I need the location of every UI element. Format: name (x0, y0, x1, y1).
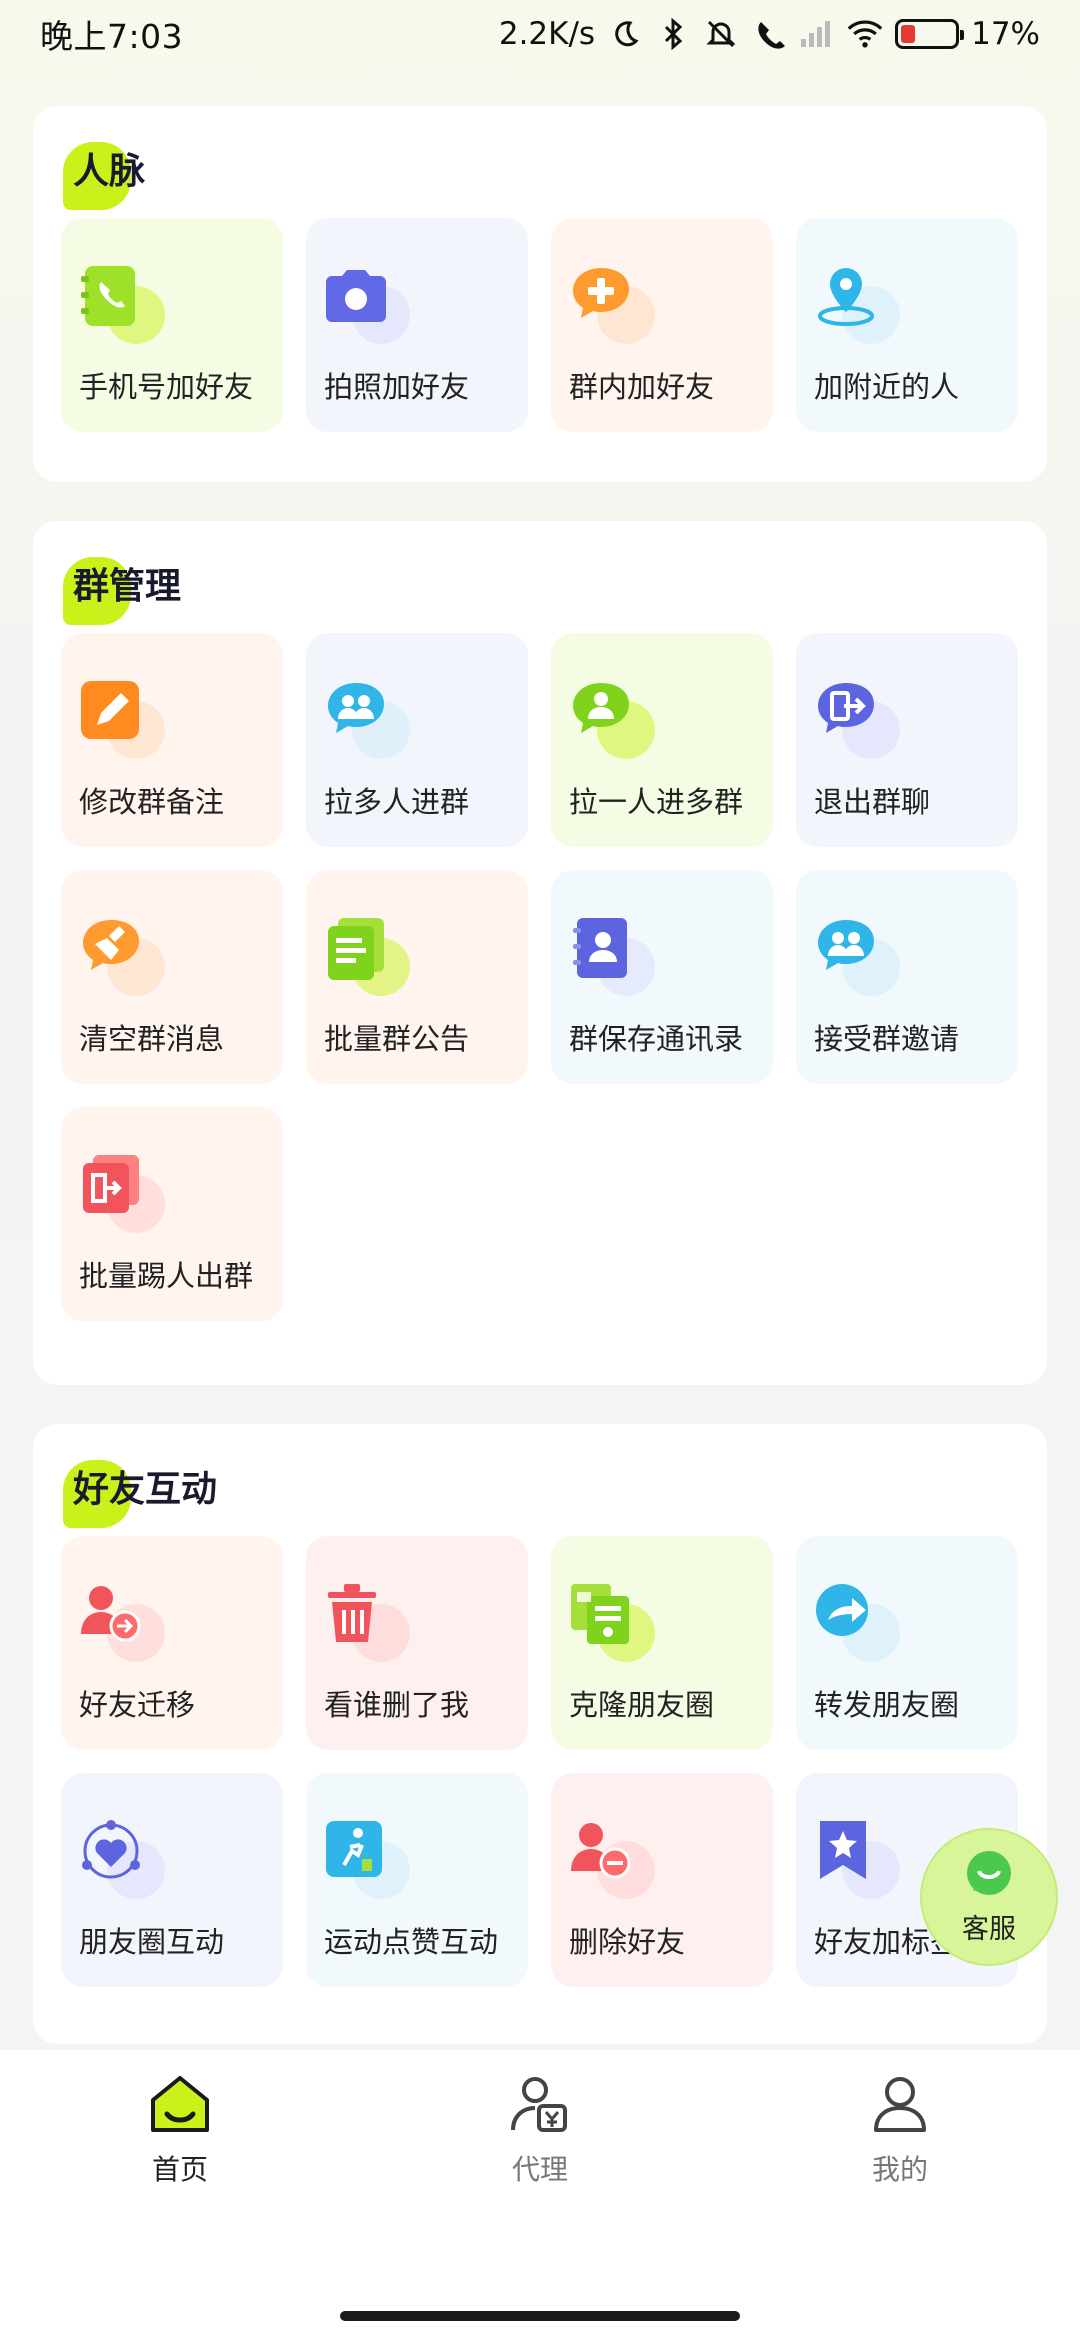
tile-add-in-group[interactable]: 群内加好友 (551, 218, 773, 432)
tile-label: 好友迁移 (79, 1688, 196, 1722)
star-tag-icon (814, 1819, 900, 1899)
tile-label: 群保存通讯录 (569, 1022, 744, 1056)
tile-add-by-phone[interactable]: 手机号加好友 (61, 218, 283, 432)
user-remove-icon (569, 1819, 655, 1899)
customer-service-label: 客服 (962, 1913, 1016, 1945)
tile-forward-moments[interactable]: 转发朋友圈 (796, 1536, 1018, 1750)
tile-label: 克隆朋友圈 (569, 1688, 715, 1722)
customer-service-icon (963, 1849, 1015, 1905)
tile-clone-moments[interactable]: 克隆朋友圈 (551, 1536, 773, 1750)
tile-label: 拉多人进群 (324, 785, 470, 819)
section-title: 群管理 (63, 557, 181, 625)
group-chat-icon (324, 679, 410, 759)
network-speed: 2.2K/s (498, 16, 596, 52)
section-title: 好友互动 (63, 1460, 217, 1528)
customer-service-button[interactable]: 客服 (920, 1828, 1058, 1966)
kick-out-icon (79, 1153, 165, 1233)
camera-icon (324, 264, 410, 344)
forward-icon (814, 1582, 900, 1662)
signal-icon (799, 16, 835, 52)
nav-profile[interactable]: 我的 (820, 2074, 980, 2188)
tile-label: 手机号加好友 (79, 370, 254, 404)
nav-label: 代理 (511, 2153, 568, 2186)
status-icons: 2.2K/s 17% (499, 16, 1040, 52)
user-transfer-icon (79, 1582, 165, 1662)
tile-label: 修改群备注 (79, 785, 225, 819)
tile-label: 批量踢人出群 (79, 1259, 254, 1293)
tile-friend-transfer[interactable]: 好友迁移 (61, 1536, 283, 1750)
section-group-management: 群管理 修改群备注 拉多人进群 拉一人进多群 退出群聊 清空群消息 批量群公告 … (33, 521, 1047, 1385)
tile-label: 拍照加好友 (324, 370, 470, 404)
battery-icon (895, 19, 965, 49)
tile-label: 拉一人进多群 (569, 785, 744, 819)
tile-label: 朋友圈互动 (79, 1925, 225, 1959)
tile-pull-many-into-group[interactable]: 拉多人进群 (306, 633, 528, 847)
tile-add-nearby[interactable]: 加附近的人 (796, 218, 1018, 432)
status-time: 晚上7:03 (40, 17, 184, 56)
nav-home[interactable]: 首页 (100, 2074, 260, 2188)
contacts-book-icon (569, 916, 655, 996)
clear-broom-icon (79, 916, 165, 996)
home-icon (147, 2074, 213, 2138)
agent-icon (509, 2074, 571, 2138)
tile-delete-friend[interactable]: 删除好友 (551, 1773, 773, 1987)
location-pin-icon (814, 264, 900, 344)
tile-label: 加附近的人 (814, 370, 960, 404)
chat-plus-icon (569, 264, 655, 344)
battery-level: 17% (971, 16, 1040, 52)
bottom-nav: 首页 代理 我的 (0, 2050, 1080, 2340)
tile-accept-group-invite[interactable]: 接受群邀请 (796, 870, 1018, 1084)
tile-save-group-contacts[interactable]: 群保存通讯录 (551, 870, 773, 1084)
profile-icon (872, 2074, 928, 2138)
phone-book-icon (79, 264, 165, 344)
tile-batch-group-announcement[interactable]: 批量群公告 (306, 870, 528, 1084)
tile-label: 清空群消息 (79, 1022, 225, 1056)
tile-clear-group-messages[interactable]: 清空群消息 (61, 870, 283, 1084)
tile-label: 看谁删了我 (324, 1688, 470, 1722)
mute-bell-icon (703, 16, 739, 52)
exit-chat-icon (814, 679, 900, 759)
section-title: 人脉 (63, 142, 145, 210)
status-bar: 晚上7:03 2.2K/s 17% (0, 0, 1080, 68)
nav-agent[interactable]: 代理 (460, 2074, 620, 2188)
tile-label: 退出群聊 (814, 785, 931, 819)
clone-doc-icon (569, 1582, 655, 1662)
accept-invite-icon (814, 916, 900, 996)
announcement-doc-icon (324, 916, 410, 996)
nav-label: 我的 (871, 2153, 928, 2186)
bluetooth-icon (655, 16, 691, 52)
tile-label: 接受群邀请 (814, 1022, 960, 1056)
sport-like-icon (324, 1819, 410, 1899)
tile-exit-group[interactable]: 退出群聊 (796, 633, 1018, 847)
trash-icon (324, 1582, 410, 1662)
wifi-icon (847, 16, 883, 52)
section-contacts: 人脉 手机号加好友 拍照加好友 群内加好友 加附近的人 (33, 106, 1047, 482)
tile-label: 批量群公告 (324, 1022, 470, 1056)
tile-batch-kick-out[interactable]: 批量踢人出群 (61, 1107, 283, 1321)
call-icon (751, 16, 787, 52)
edit-note-icon (79, 679, 165, 759)
tile-label: 删除好友 (569, 1925, 686, 1959)
home-indicator[interactable] (340, 2311, 740, 2321)
heart-circle-icon (79, 1819, 165, 1899)
section-friend-interaction: 好友互动 好友迁移 看谁删了我 克隆朋友圈 转发朋友圈 朋友圈互动 运动点赞互动… (33, 1424, 1047, 2044)
tile-label: 转发朋友圈 (814, 1688, 960, 1722)
tile-pull-one-into-many[interactable]: 拉一人进多群 (551, 633, 773, 847)
tile-add-by-photo[interactable]: 拍照加好友 (306, 218, 528, 432)
nav-label: 首页 (151, 2153, 208, 2186)
tile-label: 运动点赞互动 (324, 1925, 499, 1959)
tile-label: 群内加好友 (569, 370, 715, 404)
tile-moments-interaction[interactable]: 朋友圈互动 (61, 1773, 283, 1987)
single-user-chat-icon (569, 679, 655, 759)
tile-who-deleted-me[interactable]: 看谁删了我 (306, 1536, 528, 1750)
moon-icon (607, 16, 643, 52)
tile-edit-group-remark[interactable]: 修改群备注 (61, 633, 283, 847)
tile-sport-like-interaction[interactable]: 运动点赞互动 (306, 1773, 528, 1987)
